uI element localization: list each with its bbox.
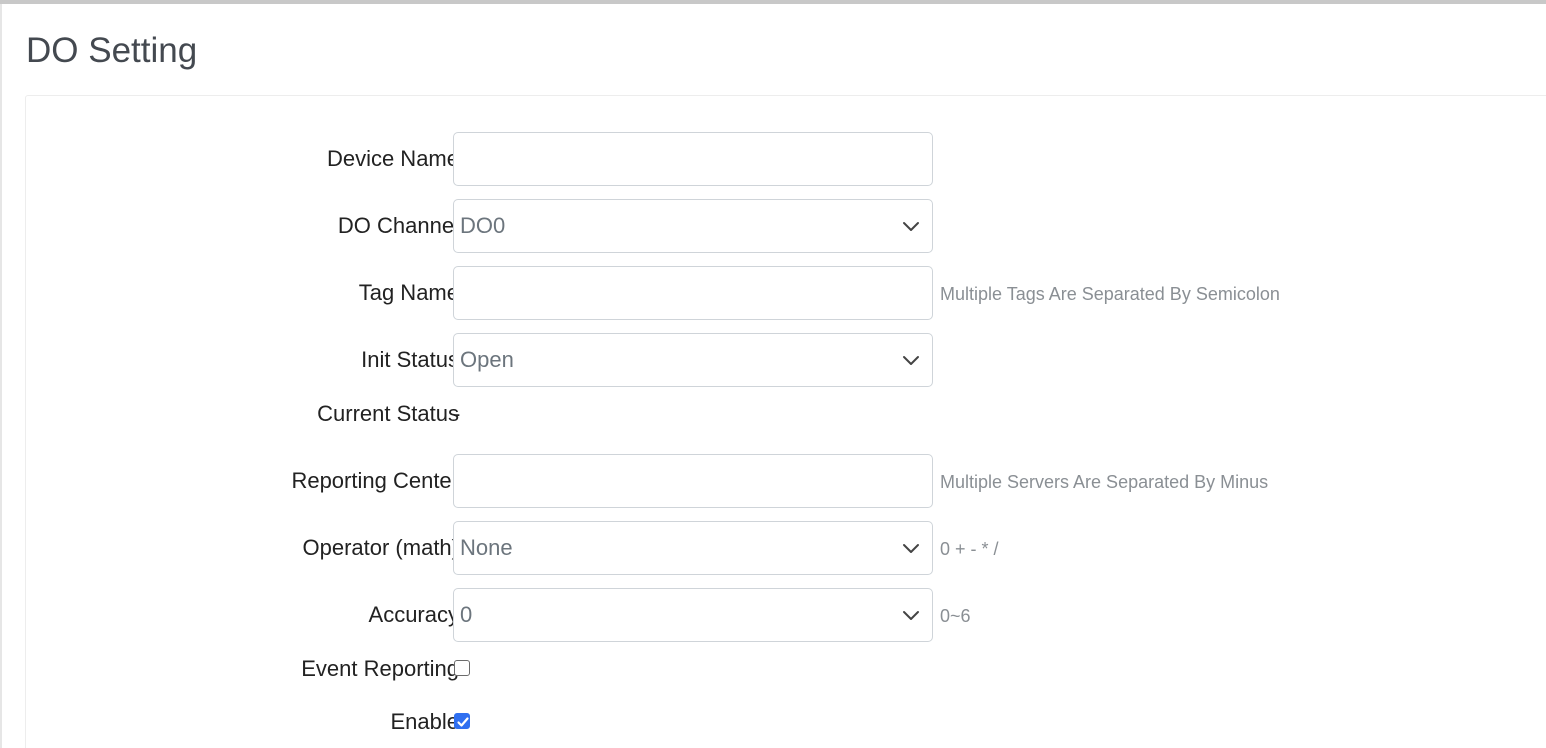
row-init-status: Init Status Open <box>26 333 1546 387</box>
operator-select[interactable]: None <box>453 521 933 575</box>
operator-label: Operator (math) <box>302 535 460 560</box>
do-setting-page: DO Setting Device Name DO Channel DO0 Ta… <box>0 0 1546 748</box>
do-channel-selected-value: DO0 <box>460 213 506 238</box>
init-status-select[interactable]: Open <box>453 333 933 387</box>
accuracy-help: 0~6 <box>940 606 971 626</box>
row-do-channel: DO Channel DO0 <box>26 199 1546 253</box>
chevron-down-icon <box>903 222 919 231</box>
reporting-center-help: Multiple Servers Are Separated By Minus <box>940 472 1269 492</box>
operator-selected-value: None <box>460 535 513 560</box>
do-channel-select[interactable]: DO0 <box>453 199 933 253</box>
operator-help: 0 + - * / <box>940 539 999 559</box>
init-status-selected-value: Open <box>460 347 514 372</box>
page-title: DO Setting <box>26 31 198 70</box>
tag-name-label: Tag Name <box>358 280 459 305</box>
accuracy-label: Accuracy <box>368 602 459 627</box>
row-accuracy: Accuracy 0 0~6 <box>26 588 1546 642</box>
row-operator: Operator (math) None 0 + - * / <box>26 521 1546 575</box>
check-icon <box>457 717 469 727</box>
chevron-down-icon <box>903 544 919 553</box>
left-rail-divider <box>0 4 2 748</box>
settings-panel: Device Name DO Channel DO0 Tag Name Mult… <box>25 95 1546 748</box>
accuracy-select[interactable]: 0 <box>453 588 933 642</box>
do-channel-label: DO Channel <box>337 213 459 238</box>
row-current-status: Current Status - <box>26 387 1546 441</box>
row-event-reporting: Event Reporting <box>26 642 1546 696</box>
reporting-center-input[interactable] <box>453 454 933 508</box>
init-status-label: Init Status <box>361 347 459 372</box>
device-name-label: Device Name <box>326 146 459 171</box>
row-tag-name: Tag Name Multiple Tags Are Separated By … <box>26 266 1546 320</box>
reporting-center-label: Reporting Center <box>291 468 459 493</box>
event-reporting-label: Event Reporting <box>301 656 459 681</box>
chevron-down-icon <box>903 356 919 365</box>
event-reporting-checkbox[interactable] <box>454 660 470 676</box>
accuracy-selected-value: 0 <box>460 602 473 627</box>
row-enable: Enable <box>26 695 1546 748</box>
row-reporting-center: Reporting Center Multiple Servers Are Se… <box>26 454 1546 508</box>
device-name-input[interactable] <box>453 132 933 186</box>
tag-name-input[interactable] <box>453 266 933 320</box>
current-status-label: Current Status <box>317 401 459 426</box>
current-status-value: - <box>453 401 461 426</box>
row-device-name: Device Name <box>26 132 1546 186</box>
tag-name-help: Multiple Tags Are Separated By Semicolon <box>940 284 1280 304</box>
enable-checkbox[interactable] <box>454 713 470 729</box>
chevron-down-icon <box>903 611 919 620</box>
enable-label: Enable <box>390 709 459 734</box>
